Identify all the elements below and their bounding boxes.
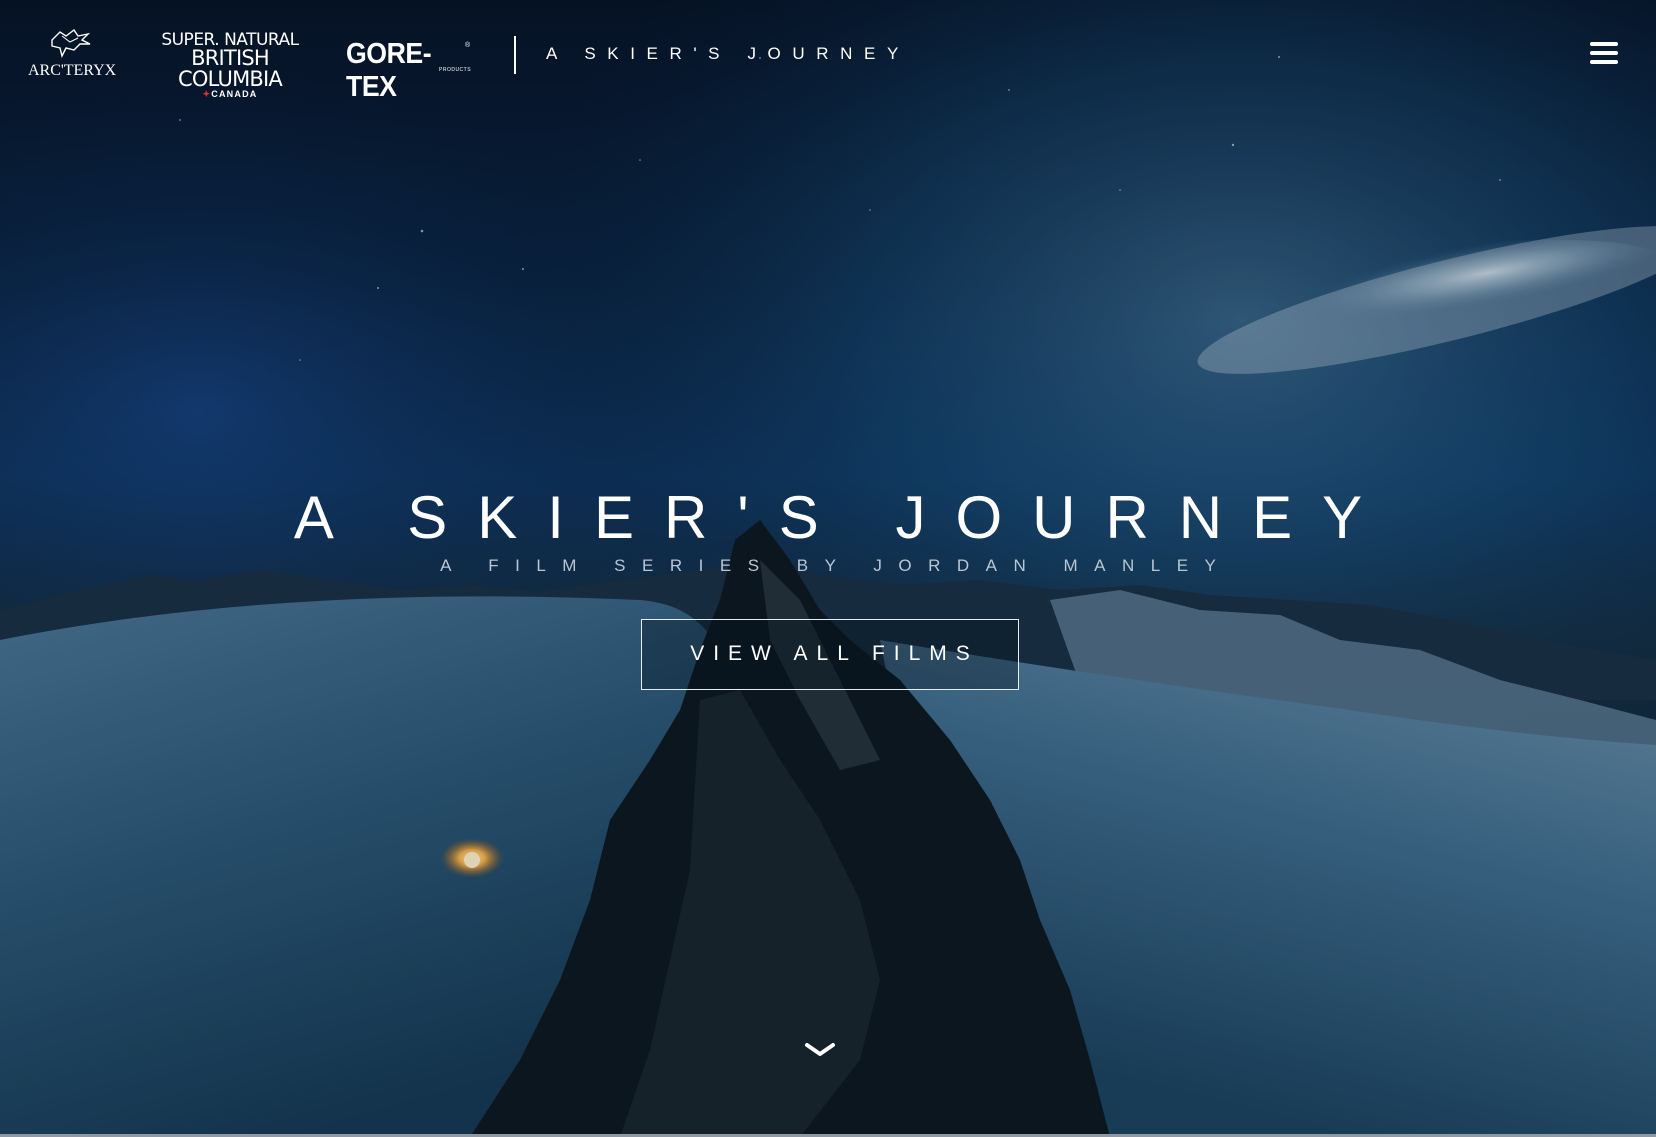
gore-tex-products-label: PRODUCTS xyxy=(439,67,472,73)
arcteryx-logo[interactable]: ARC'TERYX xyxy=(28,26,117,82)
registered-mark: ® xyxy=(465,42,471,49)
hero-title: A SKIER'S JOURNEY xyxy=(293,484,1393,551)
site-header: ARC'TERYX SUPER. NATURAL BRITISH COLUMBI… xyxy=(0,0,1656,110)
site-title[interactable]: A SKIER'S JOURNEY xyxy=(546,44,910,64)
gore-tex-logo[interactable]: GORE-TEX ® PRODUCTS xyxy=(346,38,472,103)
archaeopteryx-icon xyxy=(51,28,91,59)
chevron-down-icon[interactable] xyxy=(804,1040,836,1060)
bc-logo-line2: BRITISH COLUMBIA xyxy=(178,46,283,91)
header-divider xyxy=(514,36,516,74)
arcteryx-wordmark: ARC'TERYX xyxy=(28,62,117,79)
maple-leaf-icon: ✦ xyxy=(202,89,212,99)
hero-section: ARC'TERYX SUPER. NATURAL BRITISH COLUMBI… xyxy=(0,0,1656,1137)
bc-logo-line3: ✦CANADA xyxy=(202,89,258,99)
super-natural-bc-logo[interactable]: SUPER. NATURAL BRITISH COLUMBIA ✦CANADA xyxy=(156,32,304,99)
view-all-films-button[interactable]: VIEW ALL FILMS xyxy=(641,619,1019,690)
hamburger-menu-icon[interactable] xyxy=(1588,40,1620,66)
hero-subtitle: A FILM SERIES BY JORDAN MANLEY xyxy=(440,556,1233,575)
